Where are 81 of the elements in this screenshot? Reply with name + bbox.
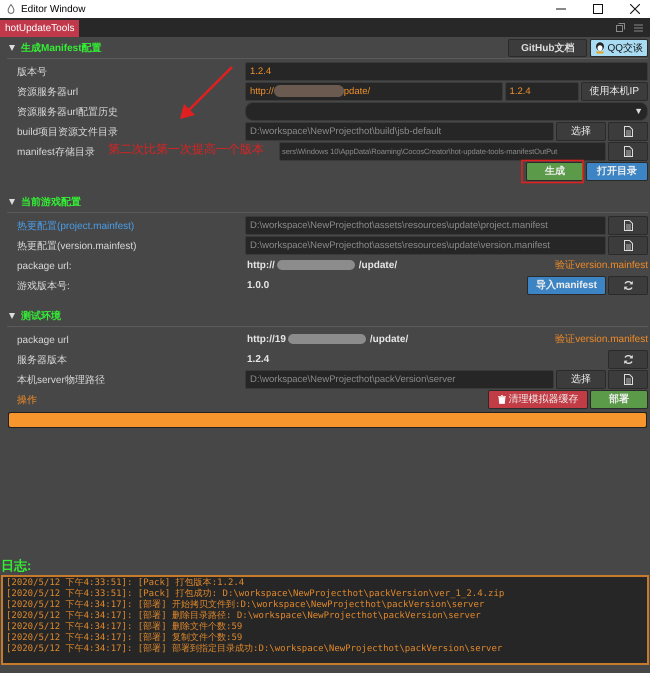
action-button[interactable]: 选择 — [556, 370, 606, 388]
document-icon — [624, 240, 632, 250]
field-label: 资源服务器url配置历史 — [17, 107, 118, 118]
refresh-icon — [622, 354, 634, 364]
path-field[interactable]: D:\workspace\NewProjecthot\packVersion\server — [245, 370, 554, 388]
log-title: 日志: — [1, 557, 32, 575]
version-field[interactable]: 1.2.4 — [504, 82, 579, 100]
window-title: Editor Window — [21, 4, 86, 14]
expand-toggle[interactable] — [9, 199, 15, 205]
path-field[interactable]: D:\workspace\NewProjecthot\assets\resources\update\version.manifest — [245, 236, 606, 254]
highlight-frame — [521, 160, 584, 184]
trash-icon — [498, 394, 506, 404]
field-label: build项目资源文件目录 — [17, 127, 118, 138]
action-button[interactable]: 部署 — [590, 390, 648, 408]
blurred-region — [274, 85, 344, 97]
menu-icon[interactable] — [634, 24, 643, 32]
annotation-arrow — [180, 66, 233, 119]
refresh-button[interactable] — [608, 276, 648, 294]
file-button[interactable] — [608, 216, 648, 234]
penguin-icon — [595, 42, 606, 54]
history-dropdown[interactable]: ▼ — [245, 102, 648, 120]
field-label: 资源服务器url — [17, 87, 78, 98]
path-field[interactable]: D:\workspace\NewProjecthot\build\jsb-default — [245, 122, 554, 140]
action-button[interactable]: 打开目录 — [586, 162, 648, 180]
path-field[interactable]: D:\workspace\NewProjecthot\assets\resources\update\project.manifest — [245, 216, 606, 234]
document-icon — [624, 126, 632, 136]
annotation-text: 第二次比第一次提高一个版本 — [108, 141, 264, 158]
popout-icon[interactable] — [616, 23, 625, 32]
section-title: 生成Manifest配置 — [21, 42, 102, 55]
field-label: 操作 — [17, 395, 37, 406]
field-label: 本机server物理路径 — [17, 375, 105, 386]
expand-toggle[interactable] — [9, 313, 15, 319]
file-button[interactable] — [608, 122, 648, 140]
url-text: /update/ — [358, 260, 398, 270]
refresh-button[interactable] — [608, 350, 648, 368]
file-button[interactable] — [608, 142, 648, 160]
log-line: [2020/5/12 下午4:33:51]: [Pack] 打包版本:1.2.4 — [6, 578, 246, 588]
action-button[interactable]: 清理模拟器缓存 — [488, 390, 588, 408]
section-title: 当前游戏配置 — [21, 196, 81, 209]
file-button[interactable] — [608, 370, 648, 388]
url-text: http:// — [247, 260, 275, 270]
action-button[interactable]: 生成 — [526, 162, 584, 180]
url-text: pdate/ — [344, 86, 370, 96]
url-text: http:// — [250, 86, 274, 96]
app-icon — [7, 4, 15, 14]
log-line: [2020/5/12 下午4:34:17]: [部署] 复制文件个数:59 — [6, 633, 244, 644]
log-line: [2020/5/12 下午4:34:17]: [部署] 部署到指定目录成功:D:\workspace\NewProjecthot\packVersion\server — [6, 644, 504, 655]
log-line: [2020/5/12 下午4:34:17]: [部署] 开始拷贝文件到:D:\workspace\NewProjecthot\packVersion\server — [6, 600, 486, 610]
expand-toggle[interactable] — [9, 45, 15, 51]
verify-link[interactable]: 验证version.mainfest — [555, 258, 648, 272]
action-button[interactable]: 导入manifest — [526, 276, 606, 294]
field-label: package url: — [17, 261, 72, 272]
maximize-icon[interactable] — [593, 4, 603, 14]
log-line: [2020/5/12 下午4:34:17]: [部署] 删除目录路径: D:\workspace\NewProjecthot\packVersion\server — [6, 611, 482, 622]
url-text: http://19 — [247, 334, 286, 344]
refresh-icon — [622, 280, 634, 290]
value-text: 1.2.4 — [247, 354, 270, 364]
field-label: 版本号 — [17, 67, 47, 78]
file-button[interactable] — [608, 236, 648, 254]
document-icon — [624, 220, 632, 230]
field-label: manifest存储目录 — [17, 147, 95, 158]
log-line: [2020/5/12 下午4:33:51]: [Pack] 打包成功: D:\workspace\NewProjecthot\packVersion\ver_1_2.4.zip — [6, 589, 506, 600]
log-line: [2020/5/12 下午4:34:17]: [部署] 删除文件个数:59 — [6, 622, 244, 632]
github-docs-button[interactable]: GitHub文档 — [508, 39, 588, 57]
action-button[interactable]: 选择 — [556, 122, 606, 140]
field-label: package url — [17, 335, 69, 346]
close-icon[interactable] — [630, 4, 640, 14]
value-text: 1.0.0 — [247, 280, 270, 290]
field-label: 游戏版本号: — [17, 281, 70, 292]
document-icon — [624, 146, 632, 156]
document-icon — [624, 374, 632, 384]
label-link[interactable]: 热更配置(project.mainfest) — [17, 221, 134, 232]
section-title: 测试环境 — [21, 309, 61, 323]
qq-chat-button[interactable]: QQ交谈 — [590, 39, 648, 57]
verify-link[interactable]: 验证version.manifest — [555, 332, 648, 346]
field-label: 热更配置(version.mainfest) — [17, 241, 136, 252]
action-button[interactable]: 使用本机IP — [580, 82, 648, 100]
url-text: /update/ — [370, 334, 408, 344]
version-field[interactable]: 1.2.4 — [245, 62, 648, 80]
panel-tab[interactable]: hotUpdateTools — [0, 20, 78, 37]
field-label: 服务器版本 — [17, 355, 67, 366]
